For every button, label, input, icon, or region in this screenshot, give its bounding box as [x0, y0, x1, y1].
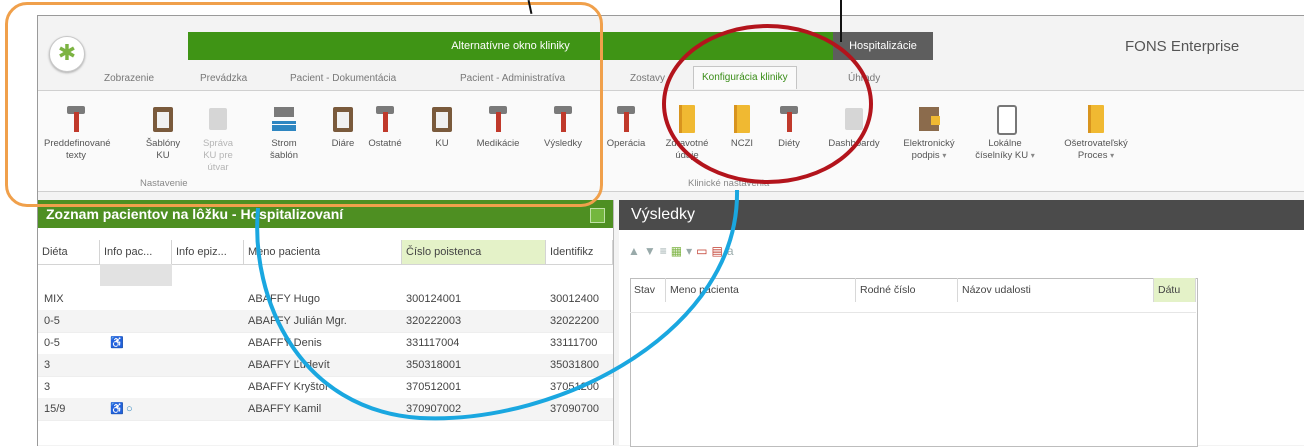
annotation-blue-loop [255, 189, 740, 421]
